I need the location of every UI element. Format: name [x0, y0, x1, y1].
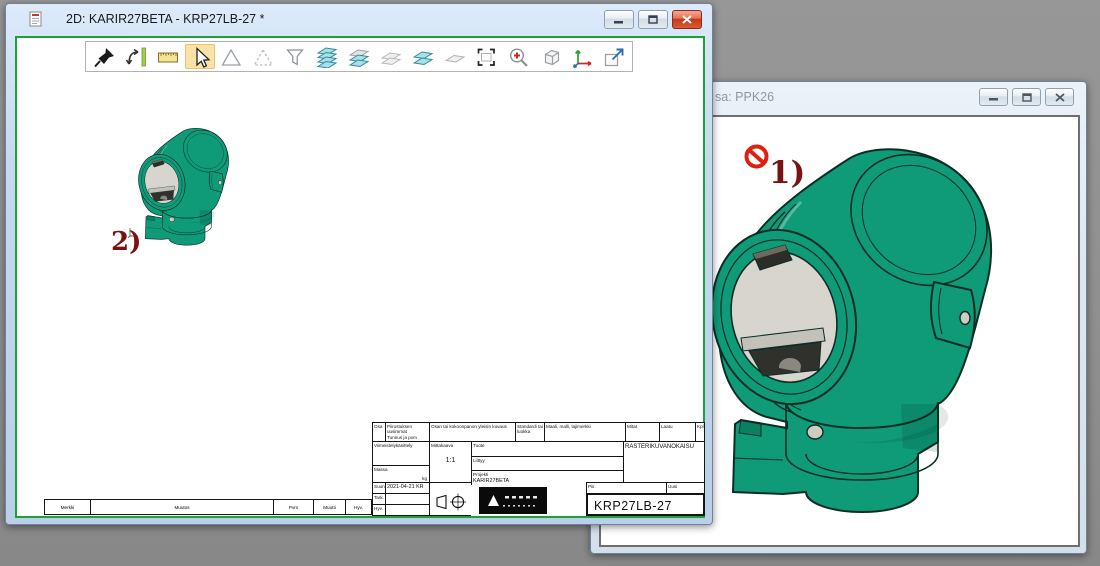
drawing2d-window-title: 2D: KARIR27BETA - KRP27LB-27 * — [66, 12, 264, 26]
tb-viimeistely: Viimeistelykäsittely — [373, 442, 429, 448]
tb-h-maali: Maali, malli, lajimerkki — [545, 423, 625, 429]
rev-muutti: Muutti — [314, 500, 345, 510]
projection-symbol-icon — [434, 492, 469, 512]
drawing2d-window: 2D: KARIR27BETA - KRP27LB-27 * — [5, 3, 713, 525]
tb-massa: Massa — [373, 466, 429, 472]
desktop: sa: PPK26 1) — [0, 0, 1100, 566]
revision-strip: Merkki Muutos Pvm Muutti Hyv. — [44, 499, 372, 515]
pin-icon[interactable] — [89, 44, 119, 69]
drawing-toolbar — [85, 41, 633, 72]
close-button[interactable] — [672, 10, 702, 29]
cube-icon[interactable] — [535, 44, 565, 69]
layers-mixed-icon[interactable] — [344, 44, 374, 69]
minimize-button[interactable] — [979, 88, 1008, 106]
layers-all-icon[interactable] — [312, 44, 342, 69]
rev-muutos: Muutos — [91, 500, 273, 510]
title-block: Osa Piirustuksen uusimmat Tunnus ja pvm … — [372, 422, 705, 516]
close-button[interactable] — [1045, 88, 1074, 106]
tb-h-mitat: Mitat — [626, 423, 659, 429]
zoom-in-icon[interactable] — [503, 44, 533, 69]
axes-icon[interactable] — [567, 44, 597, 69]
tb-tark: Tark. — [373, 494, 385, 500]
tb-scale-value: 1:1 — [430, 457, 471, 464]
tb-mittakaava: Mittakaava — [430, 442, 471, 448]
layers-pair-icon[interactable] — [408, 44, 438, 69]
tb-suun: Suun. — [373, 483, 385, 489]
tb-uusi: Uusi — [667, 483, 704, 489]
filter-icon[interactable] — [280, 44, 310, 69]
tb-kuvaus-value: RASTERIKUVANOKAISU — [624, 442, 704, 451]
tb-h-standardi: Standardi tai luokka — [516, 423, 544, 435]
layers-faded-icon[interactable] — [376, 44, 406, 69]
tb-hyv: Hyv. — [373, 505, 385, 511]
rev-pvm: Pvm — [274, 500, 313, 510]
tb-drawing-no: KRP27LB-27 — [588, 495, 703, 513]
tb-liittyy: Liittyy — [472, 457, 623, 463]
polygon-icon[interactable] — [217, 44, 247, 69]
minimize-button[interactable] — [604, 10, 634, 29]
tb-h-laatu: Laatu — [660, 423, 695, 429]
part-3d-model[interactable] — [701, 142, 1011, 527]
ruler-icon[interactable] — [153, 44, 183, 69]
measure-icon[interactable] — [121, 44, 151, 69]
rev-hyv: Hyv. — [346, 500, 371, 510]
tb-tuote: Tuote — [472, 442, 623, 448]
part3d-window-title: sa: PPK26 — [715, 90, 774, 104]
tb-h-uusimmat: Piirustuksen uusimmat — [386, 423, 429, 435]
tb-piir: Piir. — [587, 483, 666, 489]
select-arrow-icon[interactable] — [185, 44, 215, 69]
drawing-canvas[interactable]: 2) Osa Piirustuksen uusimmat Tunnus ja p… — [15, 36, 705, 518]
tb-h-osa: Osa — [373, 423, 385, 429]
tb-h-tunnus: Tunnus ja pvm — [386, 435, 429, 441]
tb-suun-value: 2021-04-21 KR — [386, 483, 429, 490]
tb-h-kuvaus: Osan tai kokoonpanon yleisin kuvaus — [430, 423, 515, 429]
layer-single-icon[interactable] — [440, 44, 470, 69]
maximize-button[interactable] — [638, 10, 668, 29]
vertex-logo — [479, 487, 547, 514]
annotation-2: 2) — [111, 227, 141, 257]
tb-h-kpl: Kpl — [696, 423, 704, 429]
rev-merkki: Merkki — [45, 500, 90, 510]
fit-view-icon[interactable] — [599, 44, 629, 69]
polygon-dashed-icon[interactable] — [248, 44, 278, 69]
part-2d-model[interactable] — [135, 126, 235, 250]
window-icon[interactable] — [28, 11, 44, 27]
frame-select-icon[interactable] — [472, 44, 502, 69]
maximize-button[interactable] — [1012, 88, 1041, 106]
